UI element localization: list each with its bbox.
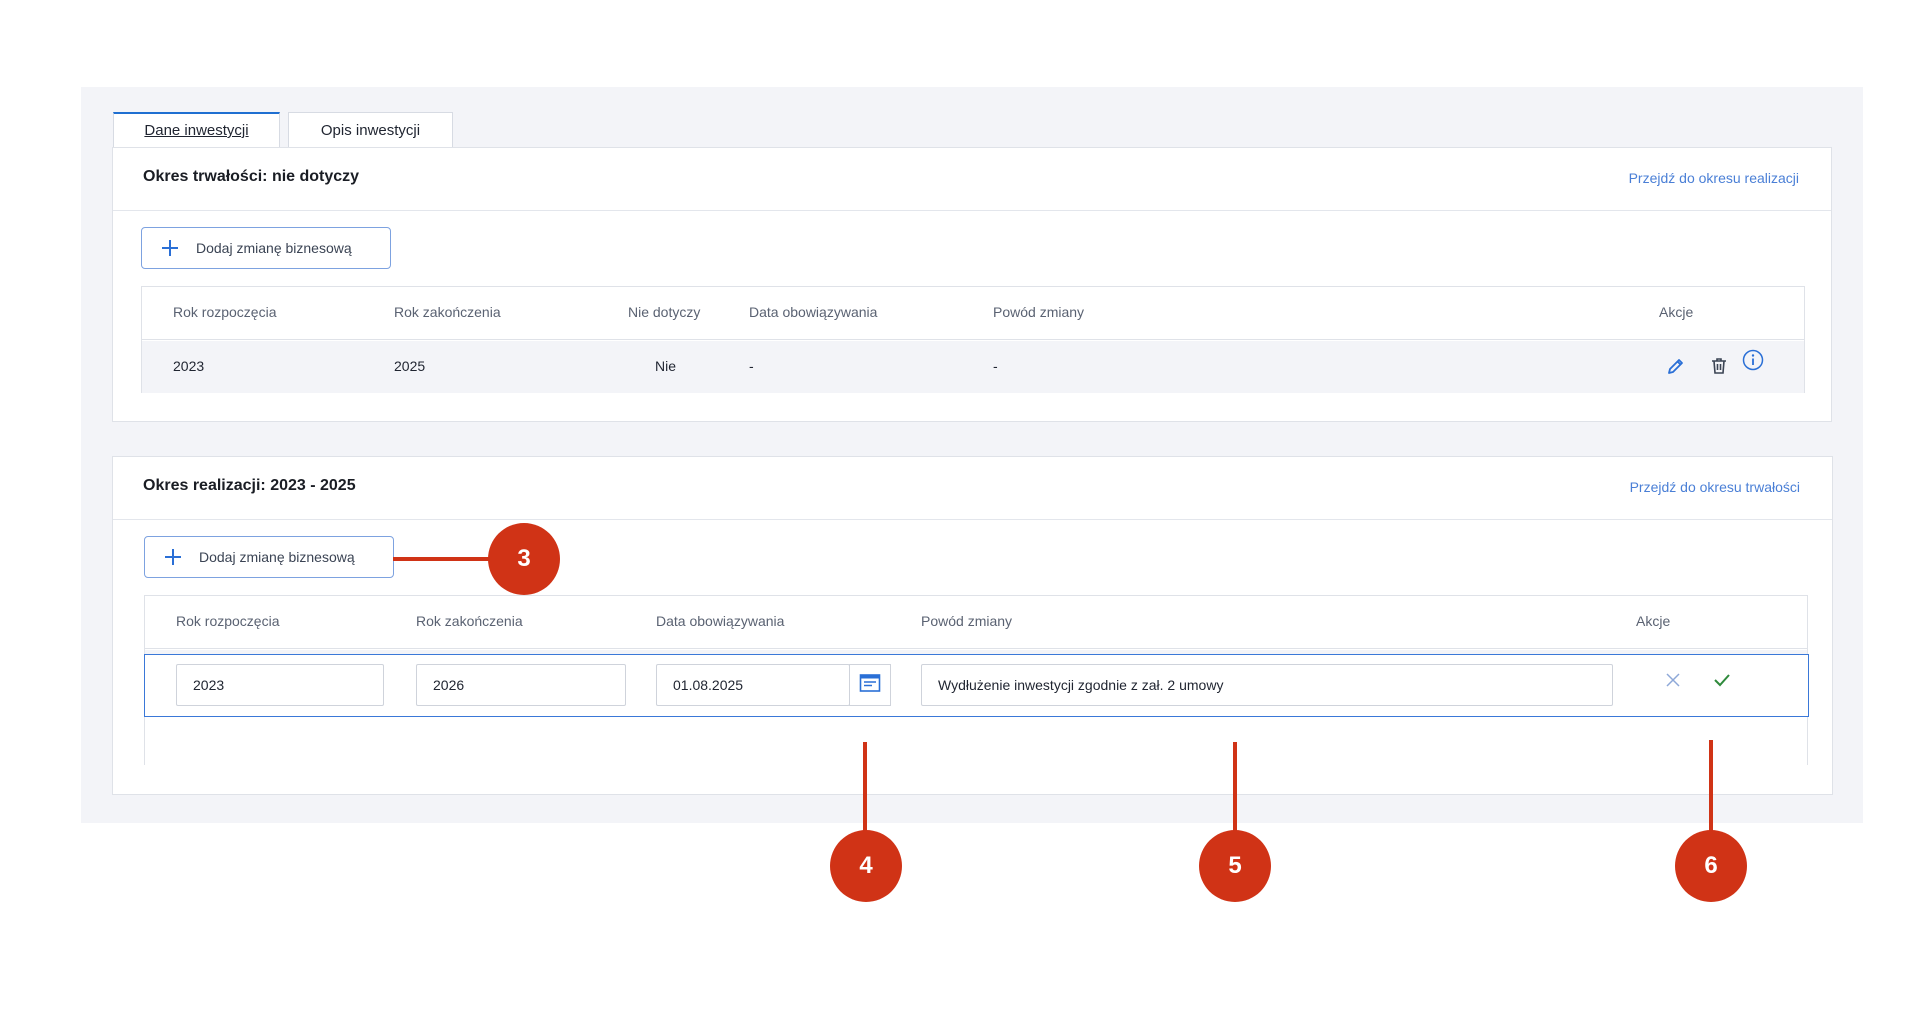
main-panel: Dane inwestycji Opis inwestycji Okres tr… [81,87,1863,823]
column-header: Rok rozpoczęcia [173,304,277,320]
edit-row [144,654,1809,717]
close-icon[interactable] [1665,672,1681,692]
add-button-label: Dodaj zmianę biznesową [196,240,352,256]
marker-4: 4 [830,830,902,902]
column-header: Rok zakończenia [394,304,501,320]
add-business-change-button[interactable]: Dodaj zmianę biznesową [141,227,391,269]
cell-start-year: 2023 [173,358,205,374]
durability-table: Rok rozpoczęcia Rok zakończenia Nie doty… [141,286,1805,393]
column-header: Powód zmiany [921,613,1013,629]
durability-card: Okres trwałości: nie dotyczy Przejdź do … [112,147,1832,422]
plus-icon [165,549,181,565]
realization-title: Okres realizacji: 2023 - 2025 [143,477,356,494]
info-icon[interactable] [1742,349,1764,375]
column-header: Rok rozpoczęcia [176,613,280,629]
start-year-input[interactable] [176,664,384,706]
tab-label: Dane inwestycji [144,122,249,139]
table-row: 2023 2025 Nie - - [142,341,1804,393]
calendar-button[interactable] [849,664,891,706]
column-header: Akcje [1636,613,1671,629]
tab-label: Opis inwestycji [320,121,421,139]
divider [113,210,1831,211]
valid-from-input[interactable] [656,664,850,706]
marker-6: 6 [1675,830,1747,902]
cell-end-year: 2025 [394,358,426,374]
calendar-icon [859,673,881,697]
divider [113,519,1832,520]
trash-icon[interactable] [1709,356,1729,380]
cell-not-applicable: Nie [655,358,677,374]
tab-dane-inwestycji[interactable]: Dane inwestycji [113,112,280,148]
callout-line [1233,742,1237,832]
column-header: Nie dotyczy [628,304,701,320]
go-to-durability-link[interactable]: Przejdź do okresu trwałości [1630,479,1800,495]
add-button-label: Dodaj zmianę biznesową [199,549,355,565]
callout-line [1709,740,1713,832]
column-header: Data obowiązywania [749,304,878,320]
realization-card: Okres realizacji: 2023 - 2025 Przejdź do… [112,456,1833,795]
table-header: Rok rozpoczęcia Rok zakończenia Nie doty… [142,287,1804,340]
tab-opis-inwestycji[interactable]: Opis inwestycji [288,112,453,148]
change-reason-input[interactable] [921,664,1613,706]
column-header: Data obowiązywania [656,613,785,629]
column-header: Akcje [1659,304,1694,320]
callout-line [863,742,867,832]
marker-5: 5 [1199,830,1271,902]
pencil-icon[interactable] [1666,356,1686,380]
callout-line [393,557,493,561]
end-year-input[interactable] [416,664,626,706]
table-header: Rok rozpoczęcia Rok zakończenia Data obo… [145,596,1807,649]
go-to-realization-link[interactable]: Przejdź do okresu realizacji [1629,170,1799,186]
column-header: Rok zakończenia [416,613,523,629]
durability-title: Okres trwałości: nie dotyczy [143,168,360,185]
cell-reason: - [993,358,998,374]
check-icon[interactable] [1713,672,1731,692]
add-business-change-button[interactable]: Dodaj zmianę biznesową [144,536,394,578]
cell-valid-from: - [749,358,754,374]
marker-3: 3 [488,523,560,595]
column-header: Powód zmiany [993,304,1085,320]
plus-icon [162,240,178,256]
